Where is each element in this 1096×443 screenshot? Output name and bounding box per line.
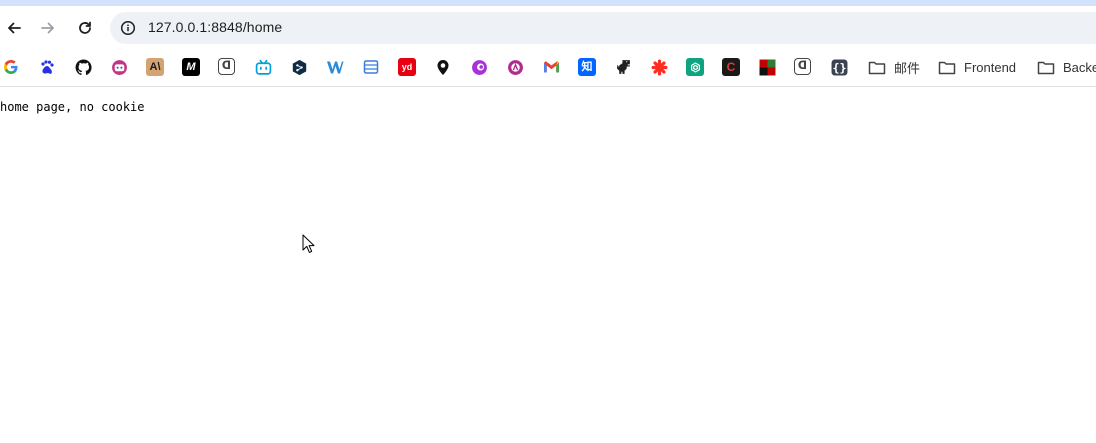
url-text[interactable]: 127.0.0.1:8848/home bbox=[148, 19, 282, 35]
page-body-text: home page, no cookie bbox=[0, 100, 145, 114]
braces-icon[interactable]: {} bbox=[830, 58, 848, 76]
deepl-icon[interactable] bbox=[290, 58, 308, 76]
google-icon[interactable] bbox=[2, 58, 20, 76]
bookmark-folder-mail[interactable]: 邮件 bbox=[868, 57, 920, 77]
purple-swirl-icon[interactable] bbox=[470, 58, 488, 76]
bilibili-icon[interactable] bbox=[254, 58, 272, 76]
dash-icon[interactable]: ᗡ bbox=[218, 58, 235, 75]
baidu-icon[interactable] bbox=[38, 58, 56, 76]
dash-icon-2[interactable]: ᗡ bbox=[794, 58, 811, 75]
reload-icon bbox=[79, 21, 91, 34]
bookmarks-bar: A\ M ᗡ yd 知 C ᗡ {} 邮件 Frontend Backe bbox=[0, 50, 1096, 87]
c-icon[interactable]: C bbox=[722, 58, 740, 76]
dino-icon[interactable] bbox=[614, 58, 632, 76]
zhihu-icon[interactable]: 知 bbox=[578, 58, 596, 76]
folder-label: 邮件 bbox=[894, 60, 921, 76]
chatgpt-icon[interactable] bbox=[686, 58, 704, 76]
address-bar[interactable]: 127.0.0.1:8848/home bbox=[110, 12, 1096, 44]
site-info-button[interactable] bbox=[118, 18, 138, 38]
red-square-icon[interactable] bbox=[758, 58, 776, 76]
sheet-icon[interactable] bbox=[362, 58, 380, 76]
w-icon[interactable] bbox=[326, 58, 344, 76]
browser-toolbar: 127.0.0.1:8848/home bbox=[0, 6, 1096, 50]
bookmark-folder-backend[interactable]: Backe bbox=[1037, 57, 1096, 77]
folder-icon bbox=[1037, 61, 1055, 74]
bot-icon[interactable] bbox=[110, 58, 128, 76]
reload-button[interactable] bbox=[71, 14, 99, 42]
github-icon[interactable] bbox=[74, 58, 92, 76]
arrow-left-icon bbox=[8, 22, 21, 34]
folder-label: Backe bbox=[1063, 59, 1096, 75]
pink-circle-icon[interactable] bbox=[506, 58, 524, 76]
arrow-right-icon bbox=[41, 22, 54, 34]
info-icon bbox=[120, 20, 136, 36]
forward-button[interactable] bbox=[34, 14, 62, 42]
mouse-cursor-icon bbox=[302, 234, 316, 259]
back-button[interactable] bbox=[0, 14, 28, 42]
youdao-icon[interactable]: yd bbox=[398, 58, 416, 76]
star-icon[interactable] bbox=[650, 58, 668, 76]
location-icon[interactable] bbox=[434, 58, 452, 76]
folder-icon bbox=[938, 61, 956, 74]
folder-label: Frontend bbox=[964, 59, 1017, 75]
folder-icon bbox=[868, 61, 886, 74]
bookmark-folder-frontend[interactable]: Frontend bbox=[938, 57, 1016, 77]
gmail-icon[interactable] bbox=[542, 58, 560, 76]
svg-text:{}: {} bbox=[832, 60, 846, 74]
medium-icon[interactable]: M bbox=[182, 58, 200, 76]
anthropic-icon[interactable]: A\ bbox=[146, 58, 164, 76]
